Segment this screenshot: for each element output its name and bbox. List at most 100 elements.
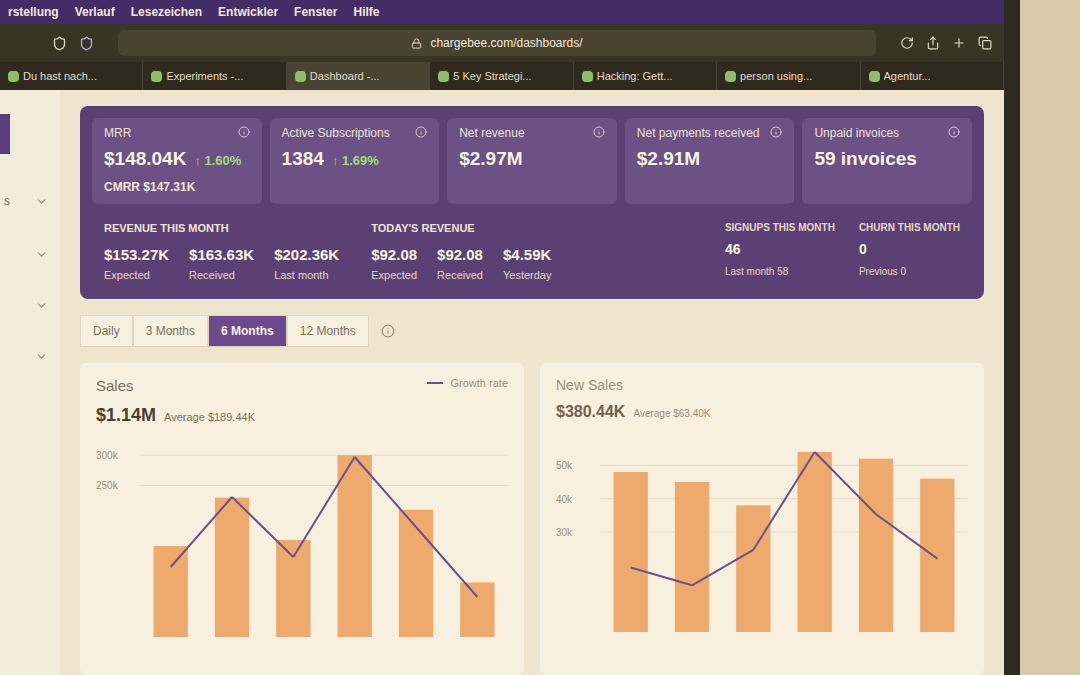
menu-item[interactable]: Hilfe [353, 3, 379, 21]
chart-bar[interactable] [153, 546, 187, 637]
chart-bar[interactable] [736, 505, 770, 632]
growth-line [631, 568, 692, 586]
chart-bar[interactable] [337, 455, 371, 637]
chart-bar[interactable] [675, 482, 709, 632]
sidebar-item[interactable]: s [0, 192, 48, 210]
kpi-card[interactable]: Net payments received$2.91M [625, 118, 795, 204]
chart-average: Average $189.44K [164, 409, 255, 426]
stat-label: CHURN THIS MONTH [859, 220, 960, 235]
browser-tab[interactable]: 5 Key Strategi... [430, 62, 573, 90]
kpi-change: ↑ 1.60% [194, 151, 241, 171]
stat-label: SIGNUPS THIS MONTH [725, 220, 835, 235]
info-icon[interactable] [415, 126, 427, 138]
favicon-icon [438, 71, 449, 82]
browser-tab[interactable]: person using... [717, 62, 860, 90]
tab-label: Agentur... [884, 68, 931, 85]
chart-bar[interactable] [399, 509, 433, 636]
menu-item[interactable]: Fenster [294, 3, 337, 21]
chevron-icon[interactable] [35, 299, 48, 312]
chart-bar[interactable] [920, 479, 954, 632]
range-tabs: Daily3 Months6 Months12 Months [80, 315, 984, 347]
revenue-value: $163.63K [189, 244, 254, 267]
stat-value: 46 [725, 239, 835, 260]
info-icon[interactable] [238, 126, 250, 138]
kpi-card[interactable]: Net revenue $2.97M [447, 118, 617, 204]
tab-label: Du hast nach... [23, 68, 97, 85]
summary-panel: MRR$148.04K↑ 1.60%CMRR $147.31KActive Su… [80, 106, 984, 299]
chart-bar[interactable] [613, 472, 647, 632]
side-stats: SIGNUPS THIS MONTH 46 Last month 58 CHURN T… [725, 220, 960, 284]
browser-tab[interactable]: Hacking: Gett... [574, 62, 717, 90]
kpi-card[interactable]: Unpaid invoices59 invoices [802, 118, 972, 204]
kpi-label: Net revenue [459, 126, 524, 141]
chart-bar[interactable] [460, 582, 494, 637]
info-icon[interactable] [381, 324, 395, 338]
range-tab[interactable]: 6 Months [208, 315, 287, 347]
kpi-value: $2.97M [459, 145, 522, 174]
axis-tick: 300k [96, 448, 118, 463]
chart-bar[interactable] [215, 497, 249, 636]
chart: 50k40k30k [556, 432, 968, 675]
revenue-item: $153.27KExpected [104, 244, 169, 283]
axis-tick: 50k [556, 458, 572, 473]
kpi-card[interactable]: Active Subscriptions1384↑ 1.69% [270, 118, 440, 204]
revenue-label: Received [437, 267, 483, 284]
kpi-row: MRR$148.04K↑ 1.60%CMRR $147.31KActive Su… [92, 118, 972, 204]
browser-tab[interactable]: Dashboard -... [287, 62, 430, 90]
revenue-value: $92.08 [437, 244, 483, 267]
info-icon[interactable] [770, 126, 782, 138]
revenue-title: TODAY'S REVENUE [371, 220, 551, 237]
tabs-icon[interactable] [978, 36, 992, 50]
charts: Sales$1.14MAverage $189.44KGrowth rate30… [80, 363, 984, 675]
chart-axis: 50k40k30k [556, 432, 592, 632]
sidebar-label: s [4, 192, 10, 210]
browser-tab[interactable]: Agentur... [861, 62, 1004, 90]
chart-title: Sales [96, 375, 255, 398]
menu-item[interactable]: Entwickler [218, 3, 278, 21]
revenue-label: Yesterday [503, 267, 552, 284]
info-icon[interactable] [593, 126, 605, 138]
address-bar[interactable]: chargebee.com/dashboards/ [118, 30, 876, 56]
revenue-label: Last month [274, 267, 339, 284]
sidebar-accent [0, 114, 10, 154]
revenue-title: REVENUE THIS MONTH [104, 220, 339, 237]
favicon-icon [582, 71, 593, 82]
tab-label: Dashboard -... [310, 68, 380, 85]
revenue-item: $163.63KReceived [189, 244, 254, 283]
revenue-value: $92.08 [371, 244, 417, 267]
chevron-icon[interactable] [35, 248, 48, 261]
legend-label: Growth rate [451, 375, 508, 392]
tab-label: Experiments -... [166, 68, 243, 85]
browser-tab[interactable]: Du hast nach... [0, 62, 143, 90]
stat-sub: Last month 58 [725, 264, 835, 279]
new-tab-icon[interactable] [952, 36, 966, 50]
revenue-item: $202.36KLast month [274, 244, 339, 283]
growth-line [355, 457, 416, 527]
range-tab[interactable]: 3 Months [133, 315, 208, 347]
axis-tick: 30k [556, 525, 572, 540]
revenue-label: Received [189, 267, 254, 284]
reload-icon[interactable] [900, 36, 914, 50]
menu-item[interactable]: rstellung [8, 3, 59, 21]
chart-average: Average $63.40K [633, 406, 710, 421]
chart-bar[interactable] [859, 459, 893, 632]
browser-tab[interactable]: Experiments -... [143, 62, 286, 90]
menu-item[interactable]: Lesezeichen [131, 3, 202, 21]
revenue-value: $202.36K [274, 244, 339, 267]
chevron-icon[interactable] [35, 350, 48, 363]
menu-item[interactable]: Verlauf [75, 3, 115, 21]
favicon-icon [869, 71, 880, 82]
kpi-card[interactable]: MRR$148.04K↑ 1.60%CMRR $147.31K [92, 118, 262, 204]
privacy-icon[interactable] [79, 36, 94, 51]
revenue-label: Expected [104, 267, 169, 284]
tab-label: person using... [740, 68, 812, 85]
chart-bar[interactable] [276, 540, 310, 637]
share-icon[interactable] [926, 36, 940, 50]
axis-tick: 250k [96, 478, 118, 493]
info-icon[interactable] [948, 126, 960, 138]
shield-icon[interactable] [52, 36, 67, 51]
chart-bar[interactable] [797, 452, 831, 632]
range-tab[interactable]: Daily [80, 315, 133, 347]
grid-line [600, 465, 968, 466]
range-tab[interactable]: 12 Months [287, 315, 369, 347]
